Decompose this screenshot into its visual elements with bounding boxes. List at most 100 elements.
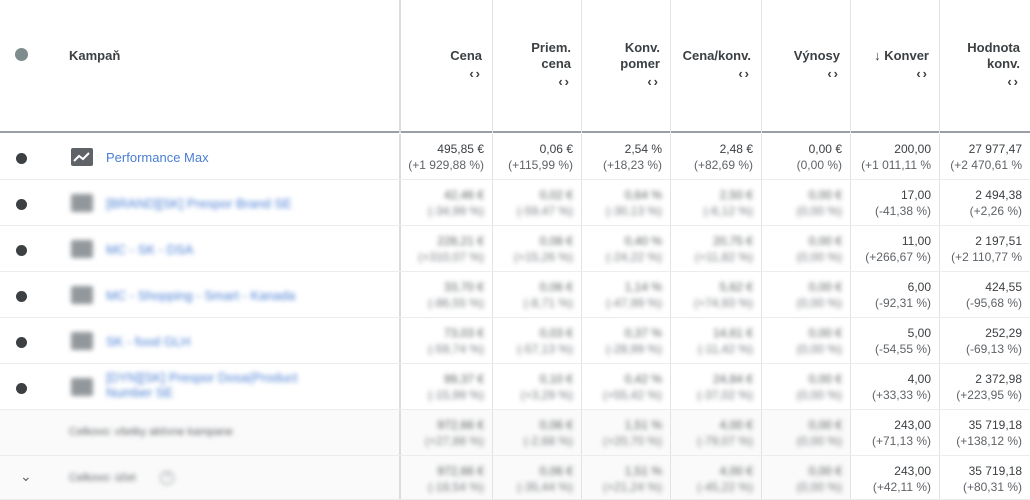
metric-cell-cena-konv: 5,62 € (+74,93 %) (670, 272, 761, 317)
metric-cell-cena-konv: 4,00 € (-45,22 %) (670, 456, 761, 499)
metric-change-value: (+27,88 %) (424, 434, 484, 448)
column-resize-arrows-icon[interactable]: ‹› (1007, 74, 1020, 89)
metric-change-value: (-35,44 %) (516, 480, 573, 494)
metric-cell-konv-pomer: 0,64 % (-30,13 %) (581, 180, 670, 225)
metric-value: 2 494,38 (+2,26 %) (970, 187, 1022, 219)
column-title-line: konv. (987, 56, 1020, 71)
metric-main-value: 2,50 € (719, 188, 753, 202)
metric-cell-konv-pomer: 0,37 % (-28,99 %) (581, 318, 670, 363)
metric-main-value: 0,03 € (539, 326, 573, 340)
metric-main-value: 0,06 € (539, 418, 573, 432)
status-enabled-icon[interactable] (16, 199, 27, 210)
column-header-priem-cena[interactable]: Priem. cena ‹› (492, 0, 581, 133)
metric-change-value: (-59,47 %) (516, 204, 573, 218)
metric-main-value: 0,64 % (624, 188, 662, 202)
metric-change-value: (-28,99 %) (605, 342, 662, 356)
metric-cell-cena: 972,66 € (-18,54 %) (399, 456, 492, 499)
column-header-konv-pomer[interactable]: Konv. pomer ‹› (581, 0, 670, 133)
metric-main-value: 4,00 (907, 372, 931, 386)
metric-cell-hodnota-konv: 252,29 (-69,13 %) (939, 318, 1030, 363)
metric-change-value: (-92,31 %) (874, 296, 931, 310)
metric-value: 5,62 € (+74,93 %) (694, 279, 753, 311)
metric-value: 1,51 % (+20,70 %) (603, 417, 662, 449)
metric-cell-konver: 6,00 (-92,31 %) (850, 272, 939, 317)
metric-main-value: 0,06 € (539, 142, 573, 156)
metric-cell-hodnota-konv: 2 372,98 (+223,95 %) (939, 364, 1030, 409)
status-enabled-icon[interactable] (16, 245, 27, 256)
search-campaign-icon (71, 240, 93, 258)
table-row: MC - SK - DSA 228,21 € (+310,07 %) 0,08 € (+… (0, 226, 1030, 272)
status-enabled-icon[interactable] (16, 153, 27, 164)
expand-chevron-icon[interactable]: ⌄ (20, 468, 32, 485)
column-header-vynosy[interactable]: Výnosy ‹› (761, 0, 850, 133)
metric-cell-konv-pomer: 1,14 % (-47,99 %) (581, 272, 670, 317)
metric-main-value: 0,00 € (808, 464, 842, 478)
metric-change-value: (-8,71 %) (523, 296, 573, 310)
metric-value: 4,00 (+33,33 %) (872, 371, 931, 403)
help-icon[interactable]: ? (160, 471, 174, 485)
status-enabled-icon[interactable] (16, 383, 27, 394)
metric-value: 0,00 € (0,00 %) (797, 233, 842, 265)
metric-cell-cena-konv: 2,48 € (+82,69 %) (670, 134, 761, 179)
table-header: Kampaň Cena ‹› Priem. cena ‹› Konv. pomer ‹› Cen… (0, 0, 1030, 133)
metric-main-value: 243,00 (894, 418, 931, 432)
metric-value: 243,00 (+71,13 %) (872, 417, 931, 449)
metric-cell-konver: 11,00 (+266,67 %) (850, 226, 939, 271)
metric-change-value: (+42,11 %) (872, 480, 931, 494)
metric-main-value: 972,66 € (437, 418, 484, 432)
table-row: Performance Max 495,85 € (+1 929,88 %) 0,06… (0, 134, 1030, 180)
column-title-cena: Cena (450, 48, 482, 64)
metric-value: 27 977,47 (+2 470,61 % (950, 141, 1022, 173)
metric-main-value: 0,00 € (808, 188, 842, 202)
metric-change-value: (0,00 %) (796, 296, 842, 310)
metric-change-value: (0,00 %) (796, 250, 842, 264)
column-resize-arrows-icon[interactable]: ‹› (827, 66, 840, 81)
metric-change-value: (0,00 %) (796, 158, 842, 172)
table-row: SK - food GLH 73,03 € (-59,74 %) 0,03 € (-57… (0, 318, 1030, 364)
campaign-name-link[interactable]: [DYN][SK] Prespor Dosa(Product Number SE (106, 370, 336, 400)
metric-value: 972,66 € (-18,54 %) (428, 463, 484, 495)
column-resize-arrows-icon[interactable]: ‹› (738, 66, 751, 81)
campaign-table: Kampaň Cena ‹› Priem. cena ‹› Konv. pomer ‹› Cen… (0, 0, 1030, 500)
column-resize-arrows-icon[interactable]: ‹› (916, 66, 929, 81)
metric-main-value: 2 494,38 (975, 188, 1022, 202)
metric-cell-cena-konv: 4,00 € (-79,07 %) (670, 410, 761, 455)
metric-main-value: 1,51 % (624, 418, 662, 432)
campaign-name-link[interactable]: SK - food GLH (106, 334, 191, 349)
campaign-name-link[interactable]: MC - SK - DSA (106, 242, 193, 257)
metric-value: 0,06 € (-8,71 %) (524, 279, 573, 311)
metric-cell-cena-konv: 14,61 € (-11,42 %) (670, 318, 761, 363)
campaign-name-link[interactable]: [BRAND][SK] Prespor Brand SE (106, 196, 292, 211)
column-header-hodnota-konv[interactable]: Hodnota konv. ‹› (939, 0, 1030, 133)
metric-cell-cena: 495,85 € (+1 929,88 %) (399, 134, 492, 179)
column-header-cena-konv[interactable]: Cena/konv. ‹› (670, 0, 761, 133)
metric-value: 11,00 (+266,67 %) (865, 233, 931, 265)
status-column-header-icon[interactable] (15, 48, 28, 61)
status-enabled-icon[interactable] (16, 337, 27, 348)
table-row: MC - Shopping - Smart - Kanada 33,70 € (-8… (0, 272, 1030, 318)
column-resize-arrows-icon[interactable]: ‹› (469, 66, 482, 81)
metric-value: 0,00 € (0,00 %) (797, 325, 842, 357)
column-title-line: ↓ Konver (874, 48, 929, 63)
metric-cell-konver: 5,00 (-54,55 %) (850, 318, 939, 363)
metric-value: 5,00 (-54,55 %) (875, 325, 931, 357)
status-enabled-icon[interactable] (16, 291, 27, 302)
metric-change-value: (-47,99 %) (605, 296, 662, 310)
metric-main-value: 0,00 € (808, 280, 842, 294)
shopping-campaign-icon (71, 286, 93, 304)
metric-cell-priem-cena: 0,02 € (-59,47 %) (492, 180, 581, 225)
metric-value: 35 719,18 (+80,31 %) (963, 463, 1022, 495)
metric-main-value: 20,75 € (712, 234, 753, 248)
column-header-cena[interactable]: Cena ‹› (399, 0, 492, 133)
campaign-name-link[interactable]: MC - Shopping - Smart - Kanada (106, 288, 295, 303)
metric-change-value: (+80,31 %) (962, 480, 1022, 494)
metric-value: 495,85 € (+1 929,88 %) (408, 141, 484, 173)
column-header-konver[interactable]: ↓ Konver ‹› (850, 0, 939, 133)
column-resize-arrows-icon[interactable]: ‹› (647, 74, 660, 89)
campaign-name-link[interactable]: Performance Max (106, 150, 209, 165)
column-resize-arrows-icon[interactable]: ‹› (558, 74, 571, 89)
campaign-column-header[interactable]: Kampaň (69, 48, 120, 63)
metric-value: 0,00 € (0,00 %) (797, 417, 842, 449)
totals-label: Celkovo: účet (69, 472, 136, 484)
metric-change-value: (-11,42 %) (697, 342, 753, 356)
